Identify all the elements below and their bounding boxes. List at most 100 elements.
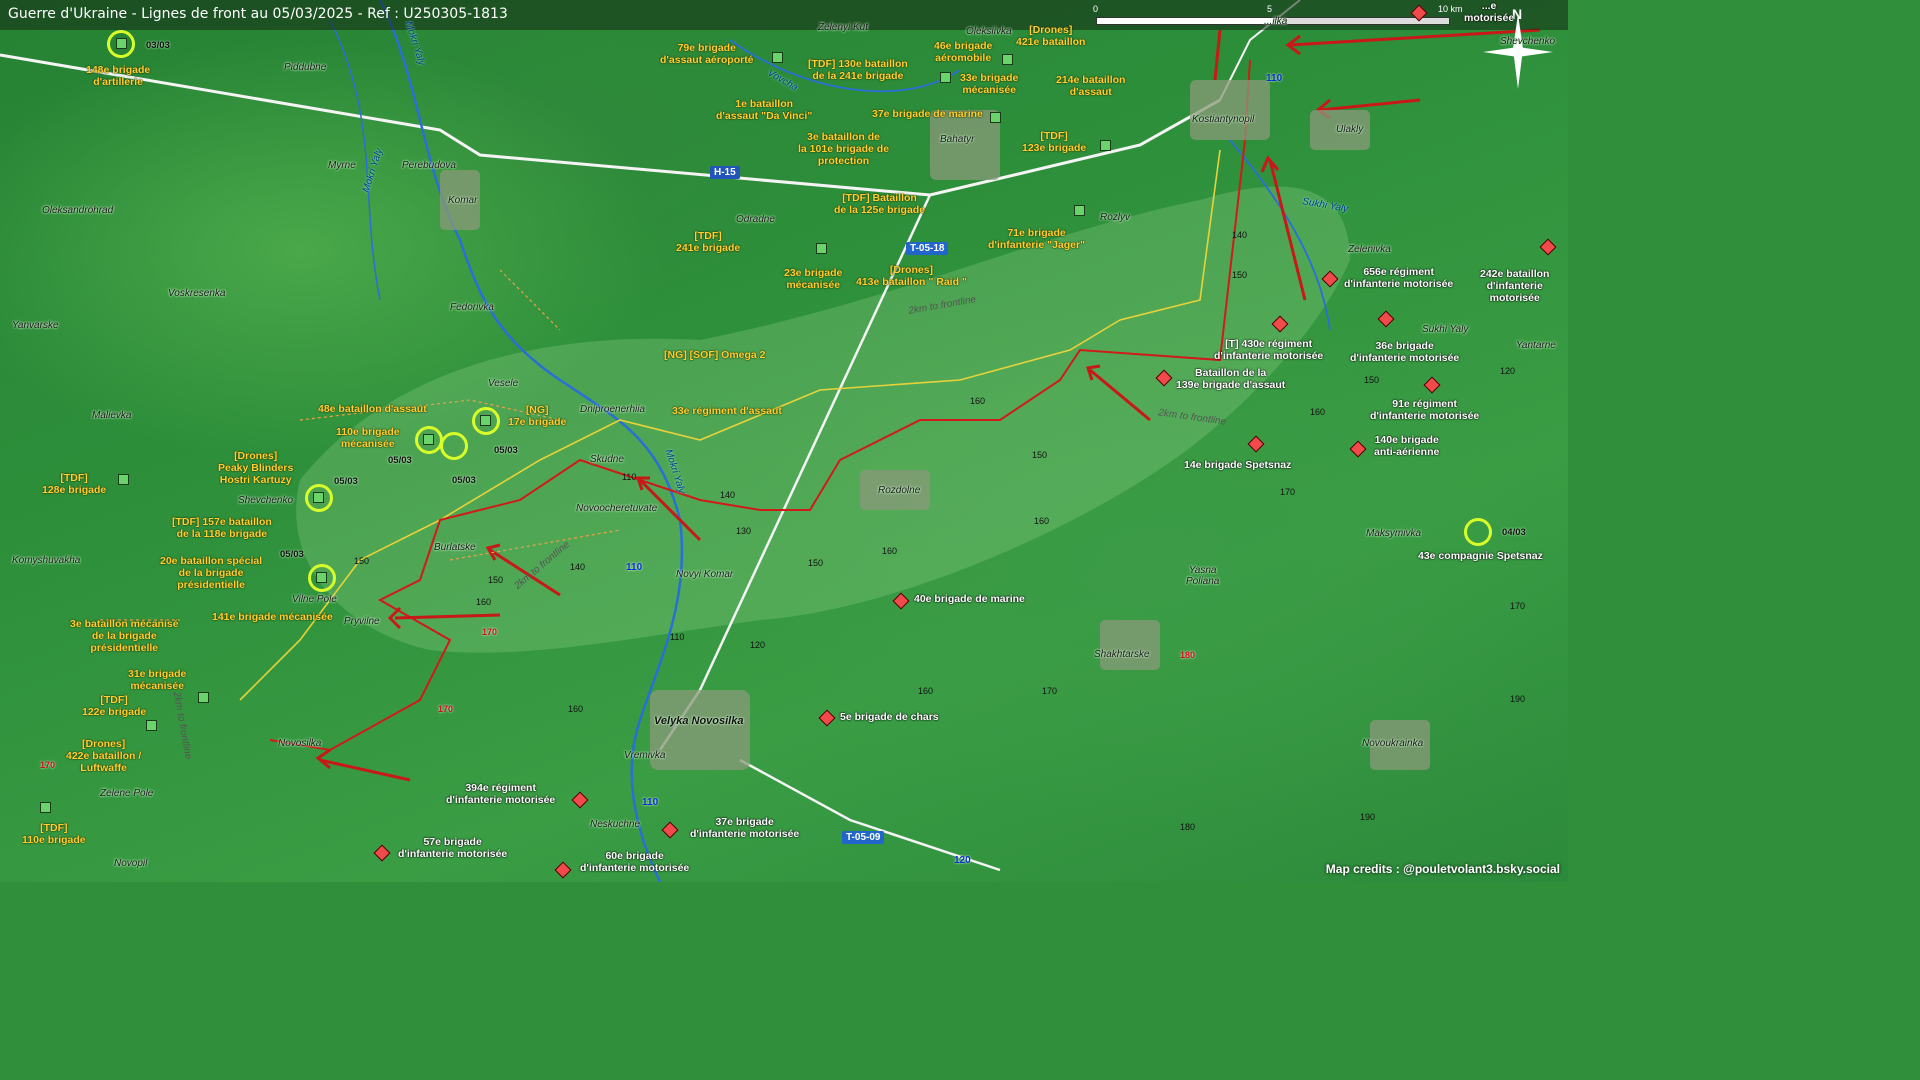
place-novoukrainka: Novoukrainka	[1362, 738, 1424, 749]
ukr-unit-label: 46e brigade aéromobile	[934, 40, 993, 64]
scale-label-0: 0	[1093, 4, 1099, 14]
ukr-unit-icon[interactable]	[118, 474, 129, 485]
place-rozdolne: Rozdolne	[878, 485, 921, 496]
place-shakhtarske: Shakhtarske	[1094, 649, 1150, 660]
place-novopil: Novopil	[114, 858, 148, 869]
ukr-unit-label: [TDF] 128e brigade	[42, 472, 107, 496]
altitude-label: 110	[622, 472, 637, 482]
ukr-unit-label: 37e brigade de marine	[872, 108, 983, 120]
altitude-label: 190	[1510, 694, 1526, 704]
scale-label-10: 10 km	[1438, 4, 1463, 14]
ukr-unit-icon[interactable]	[990, 112, 1001, 123]
ukr-unit-label: [TDF] 157e bataillon de la 118e brigade	[172, 516, 272, 540]
ukr-unit-icon[interactable]	[198, 692, 209, 703]
altitude-label-red: 170	[40, 760, 56, 770]
altitude-label-red: 170	[438, 704, 454, 714]
ukr-unit-label: 214e bataillon d'assaut	[1056, 74, 1126, 98]
ukr-unit-label: [Drones] 421e bataillon	[1016, 24, 1086, 48]
rus-unit-label: 656e régiment d'infanterie motorisée	[1344, 266, 1454, 290]
place-zelenivka: Zelenivka	[1348, 244, 1391, 255]
ukr-unit-label: [NG] [SOF] Omega 2	[664, 349, 766, 361]
date-label: 05/03	[334, 476, 358, 487]
ukr-unit-label: [TDF] 110e brigade	[22, 822, 86, 846]
rus-unit-label: 242e bataillon d'infanterie motorisée	[1480, 268, 1550, 304]
place-zelenyi-kut: Zelenyi Kut	[818, 22, 869, 33]
road-label-110c: 110	[642, 797, 659, 808]
altitude-label: 120	[1500, 366, 1516, 376]
highlight-ring[interactable]	[1464, 518, 1492, 546]
date-label: 04/03	[1502, 527, 1526, 538]
ukr-unit-label: [Drones] 422e bataillon / Luftwaffe	[66, 738, 142, 774]
ukr-unit-icon[interactable]	[40, 802, 51, 813]
place-voskresenka: Voskresenka	[168, 288, 226, 299]
altitude-label: 130	[736, 526, 752, 536]
altitude-label: 160	[882, 546, 898, 556]
ukr-unit-icon[interactable]	[423, 434, 434, 445]
rus-unit-label: 57e brigade d'infanterie motorisée	[398, 836, 508, 860]
date-label: 03/03	[146, 40, 170, 51]
ukr-unit-icon[interactable]	[480, 415, 491, 426]
road-h15	[0, 53, 1221, 197]
place-kostiantynopil: Kostiantynopil	[1192, 114, 1255, 125]
ukr-unit-label: 79e brigade d'assaut aéroporté	[660, 42, 754, 66]
place-pryvilne: Pryvilne	[344, 616, 380, 627]
ukr-unit-label: 1e bataillon d'assaut "Da Vinci"	[716, 98, 813, 122]
place-skudne: Skudne	[590, 454, 624, 465]
altitude-label: 160	[970, 396, 986, 406]
altitude-label-red: 180	[1180, 650, 1196, 660]
scale-label-5: 5	[1267, 4, 1273, 14]
altitude-label: 140	[1232, 230, 1248, 240]
place-rozlyv: Rozlyv	[1100, 212, 1131, 223]
ukr-unit-icon[interactable]	[1074, 205, 1085, 216]
ukr-unit-label: 31e brigade mécanisée	[128, 668, 187, 692]
place-oleksiivka: Oleksiivka	[966, 26, 1012, 37]
altitude-label: 160	[1310, 407, 1326, 417]
road-label-120: 120	[954, 855, 971, 866]
ukr-unit-label: 33e brigade mécanisée	[960, 72, 1019, 96]
place-vilka: ...ilka	[1264, 16, 1288, 27]
ukr-unit-label: [Drones] 413e bataillon " Raid "	[856, 264, 967, 288]
place-maksymivka: Maksymivka	[1366, 528, 1422, 539]
ukr-unit-label: 3e bataillon mécanisé de la brigade prés…	[70, 618, 179, 654]
altitude-label: 170	[1042, 686, 1058, 696]
road-label-110a: 110	[1266, 73, 1283, 84]
ukr-unit-icon[interactable]	[116, 38, 127, 49]
rus-unit-label: [T] 430e régiment d'infanterie motorisée	[1214, 338, 1324, 362]
place-zelene-pole: Zelene Pole	[100, 788, 154, 799]
ukr-unit-icon[interactable]	[772, 52, 783, 63]
ukr-unit-icon[interactable]	[316, 572, 327, 583]
place-myrne: Myrne	[328, 160, 356, 171]
place-novyi-komar: Novyi Komar	[676, 569, 734, 580]
altitude-label: 150	[808, 558, 824, 568]
rus-unit-label: 5e brigade de chars	[840, 711, 939, 723]
altitude-label: 190	[1360, 812, 1376, 822]
highlight-ring[interactable]	[440, 432, 468, 460]
altitude-label: 160	[1034, 516, 1050, 526]
ukr-unit-icon[interactable]	[1100, 140, 1111, 151]
date-label: 05/03	[388, 455, 412, 466]
altitude-label: 150	[1032, 450, 1048, 460]
place-perebudova: Perebudova	[402, 160, 456, 171]
place-neskuchne: Neskuchne	[590, 819, 641, 830]
place-odradne: Odradne	[736, 214, 775, 225]
ukr-unit-icon[interactable]	[816, 243, 827, 254]
altitude-label: 150	[354, 556, 370, 566]
altitude-label: 150	[1232, 270, 1248, 280]
map-canvas[interactable]: Guerre d'Ukraine - Lignes de front au 05…	[0, 0, 1568, 882]
altitude-label: 170	[1280, 487, 1296, 497]
road-label-110b: 110	[626, 562, 643, 573]
ukr-unit-icon[interactable]	[146, 720, 157, 731]
place-vesele: Vesele	[488, 378, 519, 389]
rus-unit-label: Bataillon de la 139e brigade d'assaut	[1176, 367, 1286, 391]
place-shevchenko-west: Shevchenko	[238, 495, 294, 506]
ukr-unit-label: 148e brigade d'artillerie	[86, 64, 151, 88]
ukr-unit-icon[interactable]	[313, 492, 324, 503]
ukr-unit-icon[interactable]	[940, 72, 951, 83]
altitude-label: 140	[570, 562, 586, 572]
place-novosilka: Novosilka	[278, 738, 322, 749]
date-label: 05/03	[280, 549, 304, 560]
ukr-unit-label: [TDF] Bataillon de la 125e brigade	[834, 192, 926, 216]
place-shevchenko-east: Shevchenko	[1500, 36, 1556, 47]
place-yasna-poliana: Yasna Poliana	[1186, 565, 1220, 587]
ukr-unit-icon[interactable]	[1002, 54, 1013, 65]
